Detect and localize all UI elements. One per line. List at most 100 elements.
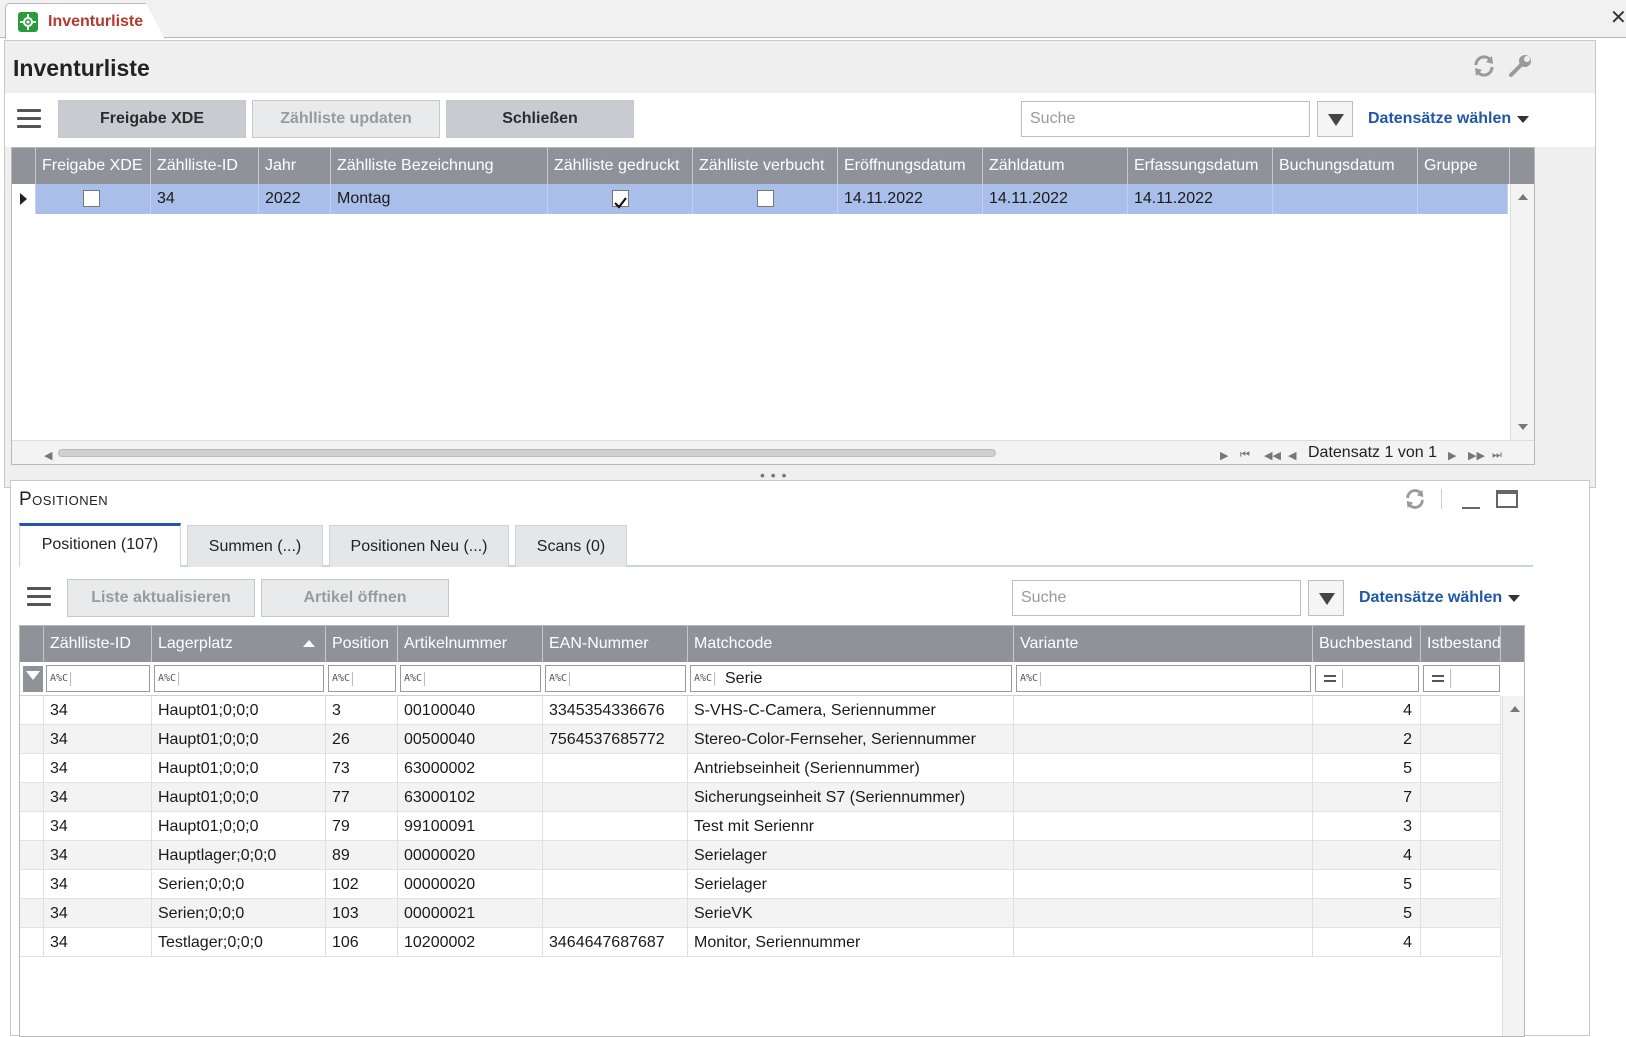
row-selector[interactable] <box>20 899 44 928</box>
column-header-position[interactable]: Position <box>326 626 398 662</box>
scroll-left-icon[interactable]: ◀ <box>44 449 52 462</box>
last-record-icon[interactable]: ⏭ <box>1492 449 1502 462</box>
table-row[interactable]: 34 Haupt01;0;0;0 77 63000102 Sicherungseinhe… <box>20 783 1501 812</box>
tab-summen[interactable]: Summen (...) <box>187 525 323 567</box>
filter-istbestand-input[interactable] <box>1423 665 1500 692</box>
filter-dropdown-icon[interactable] <box>1308 580 1344 616</box>
scroll-right-icon[interactable]: ▶ <box>1220 449 1228 462</box>
cell-artikel: 63000002 <box>398 754 543 783</box>
cell-gruppe <box>1418 184 1508 214</box>
column-header-buchbestand[interactable]: Buchbestand <box>1313 626 1421 662</box>
filter-matchcode-input[interactable]: A%C Serie <box>690 665 1012 692</box>
search-input[interactable]: Suche <box>1021 101 1310 137</box>
close-icon[interactable]: ✕ <box>1610 8 1626 28</box>
filter-artikel-input[interactable]: A%C <box>400 665 541 692</box>
row-selector[interactable] <box>20 928 44 957</box>
sort-ascending-icon[interactable] <box>303 640 315 647</box>
cell-buch: 4 <box>1313 696 1421 725</box>
column-header-id[interactable]: Zählliste-ID <box>44 626 152 662</box>
row-selector[interactable] <box>20 783 44 812</box>
table-row[interactable]: 34 Serien;0;0;0 103 00000021 SerieVK 5 <box>20 899 1501 928</box>
filter-position-input[interactable]: A%C <box>328 665 396 692</box>
previous-record-icon[interactable]: ◀ <box>1288 449 1296 462</box>
scroll-down-icon[interactable] <box>1518 424 1528 430</box>
scroll-up-icon[interactable] <box>1518 194 1528 200</box>
table-row[interactable]: 34 2022 Montag 14.11.2022 14.11.2022 14.… <box>12 184 1508 214</box>
column-header-matchcode[interactable]: Matchcode <box>688 626 1014 662</box>
menu-icon[interactable] <box>17 109 41 129</box>
refresh-icon[interactable] <box>1403 487 1427 511</box>
filter-buchbestand-input[interactable] <box>1315 665 1419 692</box>
column-header-gedruckt[interactable]: Zählliste gedruckt <box>548 148 693 184</box>
close-list-button[interactable]: Schließen <box>446 100 634 138</box>
select-records-dropdown[interactable]: Datensätze wählen <box>1368 110 1511 128</box>
filter-id-input[interactable]: A%C <box>46 665 150 692</box>
release-xde-button[interactable]: Freigabe XDE <box>58 100 246 138</box>
equals-operator-icon[interactable] <box>1319 669 1343 688</box>
tab-positionen-neu[interactable]: Positionen Neu (...) <box>329 525 509 567</box>
tab-scans[interactable]: Scans (0) <box>515 525 627 567</box>
chevron-down-icon[interactable] <box>1508 595 1520 602</box>
table-row[interactable]: 34 Testlager;0;0;0 106 10200002 346464768768… <box>20 928 1501 957</box>
table-row[interactable]: 34 Haupt01;0;0;0 3 00100040 3345354336676 S-V… <box>20 696 1501 725</box>
row-selector[interactable] <box>20 812 44 841</box>
first-record-icon[interactable]: ⏮ <box>1240 449 1250 462</box>
equals-operator-icon[interactable] <box>1427 669 1451 688</box>
column-header-jahr[interactable]: Jahr <box>259 148 331 184</box>
document-tab-inventurliste[interactable]: Inventurliste <box>5 3 165 39</box>
tab-positionen[interactable]: Positionen (107) <box>19 523 181 567</box>
table-row[interactable]: 34 Serien;0;0;0 102 00000020 Serielager 5 <box>20 870 1501 899</box>
vertical-scrollbar[interactable] <box>1502 696 1524 1036</box>
menu-icon[interactable] <box>27 587 51 607</box>
next-record-icon[interactable]: ▶ <box>1448 449 1456 462</box>
table-row[interactable]: 34 Haupt01;0;0;0 73 63000002 Antriebseinheit… <box>20 754 1501 783</box>
next-page-icon[interactable]: ▶▶ <box>1468 449 1485 462</box>
scroll-up-icon[interactable] <box>1510 706 1520 712</box>
row-selector[interactable] <box>20 870 44 899</box>
update-count-list-button[interactable]: Zählliste updaten <box>252 100 440 138</box>
row-selector[interactable] <box>20 725 44 754</box>
open-article-button[interactable]: Artikel öffnen <box>261 579 449 617</box>
column-header-freigabe-xde[interactable]: Freigabe XDE <box>36 148 151 184</box>
column-header-gruppe[interactable]: Gruppe <box>1418 148 1510 184</box>
refresh-list-button[interactable]: Liste aktualisieren <box>67 579 255 617</box>
table-row[interactable]: 34 Hauptlager;0;0;0 89 00000020 Serielager 4 <box>20 841 1501 870</box>
column-header-verbucht[interactable]: Zählliste verbucht <box>693 148 838 184</box>
refresh-icon[interactable] <box>1471 53 1497 79</box>
booked-checkbox[interactable] <box>757 190 774 207</box>
minimize-icon[interactable] <box>1462 507 1480 509</box>
column-header-bezeichnung[interactable]: Zählliste Bezeichnung <box>331 148 548 184</box>
table-row[interactable]: 34 Haupt01;0;0;0 79 99100091 Test mit Serien… <box>20 812 1501 841</box>
chevron-down-icon[interactable] <box>1517 116 1529 123</box>
search-input[interactable]: Suche <box>1012 580 1301 616</box>
vertical-scrollbar[interactable] <box>1510 184 1534 440</box>
row-selector[interactable] <box>12 184 36 214</box>
column-header-zaehldatum[interactable]: Zähldatum <box>983 148 1128 184</box>
column-header-istbestand[interactable]: Istbestand <box>1421 626 1501 662</box>
row-selector[interactable] <box>20 754 44 783</box>
row-selector[interactable] <box>20 841 44 870</box>
column-header-variante[interactable]: Variante <box>1014 626 1313 662</box>
select-records-dropdown[interactable]: Datensätze wählen <box>1359 589 1502 607</box>
filter-lagerplatz-input[interactable]: A%C <box>154 665 324 692</box>
printed-checkbox[interactable] <box>612 190 629 209</box>
column-header-lagerplatz[interactable]: Lagerplatz <box>152 626 326 662</box>
previous-page-icon[interactable]: ◀◀ <box>1264 449 1281 462</box>
filter-variante-input[interactable]: A%C <box>1016 665 1311 692</box>
column-header-erfassung[interactable]: Erfassungsdatum <box>1128 148 1273 184</box>
column-header-id[interactable]: Zählliste-ID <box>151 148 259 184</box>
release-xde-checkbox[interactable] <box>83 190 100 207</box>
column-header-ean[interactable]: EAN-Nummer <box>543 626 688 662</box>
maximize-icon[interactable] <box>1496 490 1518 508</box>
column-header-artikelnummer[interactable]: Artikelnummer <box>398 626 543 662</box>
filter-dropdown-icon[interactable] <box>1317 101 1353 137</box>
column-header-buchung[interactable]: Buchungsdatum <box>1273 148 1418 184</box>
filter-funnel-icon[interactable] <box>23 666 43 692</box>
row-selector[interactable] <box>20 696 44 725</box>
filter-ean-input[interactable]: A%C <box>545 665 686 692</box>
cell-ist <box>1421 928 1501 957</box>
horizontal-scrollbar[interactable] <box>58 449 996 457</box>
wrench-icon[interactable] <box>1507 53 1533 79</box>
column-header-eroeffnung[interactable]: Eröffnungsdatum <box>838 148 983 184</box>
table-row[interactable]: 34 Haupt01;0;0;0 26 00500040 7564537685772 St… <box>20 725 1501 754</box>
